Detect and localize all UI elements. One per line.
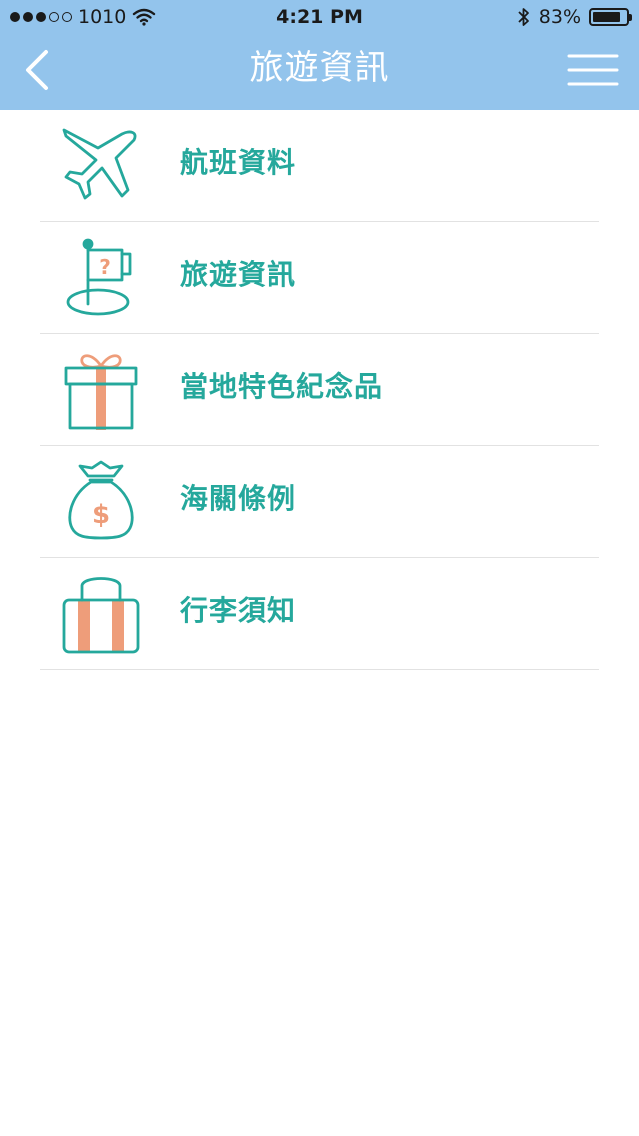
menu-item-label: 旅遊資訊 [180,258,297,291]
flag-question-icon: ? [66,238,132,316]
menu-item-luggage-notice[interactable]: 行李須知 [40,558,599,670]
luggage-icon [62,577,140,654]
menu-item-travel-info[interactable]: ? 旅遊資訊 [40,222,599,334]
battery-percent: 83% [538,6,581,28]
money-bag-icon: $ [68,460,134,540]
battery-icon [589,8,632,26]
status-left: 1010 [10,6,156,28]
chevron-left-icon [26,50,48,90]
hamburger-menu-icon [567,54,619,86]
status-bar: 1010 4:21 PM 83% [0,0,639,36]
app-screen: 1010 4:21 PM 83% 旅遊資訊 航班資料 ? 旅遊資訊 當地特色紀念… [0,0,639,1136]
svg-text:?: ? [99,255,111,279]
menu-item-flight-info[interactable]: 航班資料 [40,110,599,222]
carrier-name: 1010 [78,6,127,28]
menu-item-customs-regulations[interactable]: $ 海關條例 [40,446,599,558]
page-title: 旅遊資訊 [249,48,390,88]
menu-item-label: 海關條例 [180,482,297,515]
battery-level-fill [593,12,620,22]
menu-list: 航班資料 ? 旅遊資訊 當地特色紀念品 $ 海關條例 行李須知 [40,110,599,670]
bluetooth-icon [518,8,529,26]
gift-box-icon [64,354,138,430]
top-bar: 1010 4:21 PM 83% 旅遊資訊 [0,0,639,110]
airplane-icon [62,128,137,200]
menu-item-label: 航班資料 [180,146,297,179]
navigation-bar: 旅遊資訊 [0,36,639,110]
status-right: 83% [517,6,632,28]
wifi-icon [133,8,156,26]
menu-item-local-souvenirs[interactable]: 當地特色紀念品 [40,334,599,446]
signal-strength-icon [10,12,72,22]
menu-button[interactable] [567,50,619,90]
svg-text:$: $ [92,500,110,530]
menu-item-label: 當地特色紀念品 [180,370,384,403]
menu-item-label: 行李須知 [180,594,297,627]
back-button[interactable] [18,46,62,94]
